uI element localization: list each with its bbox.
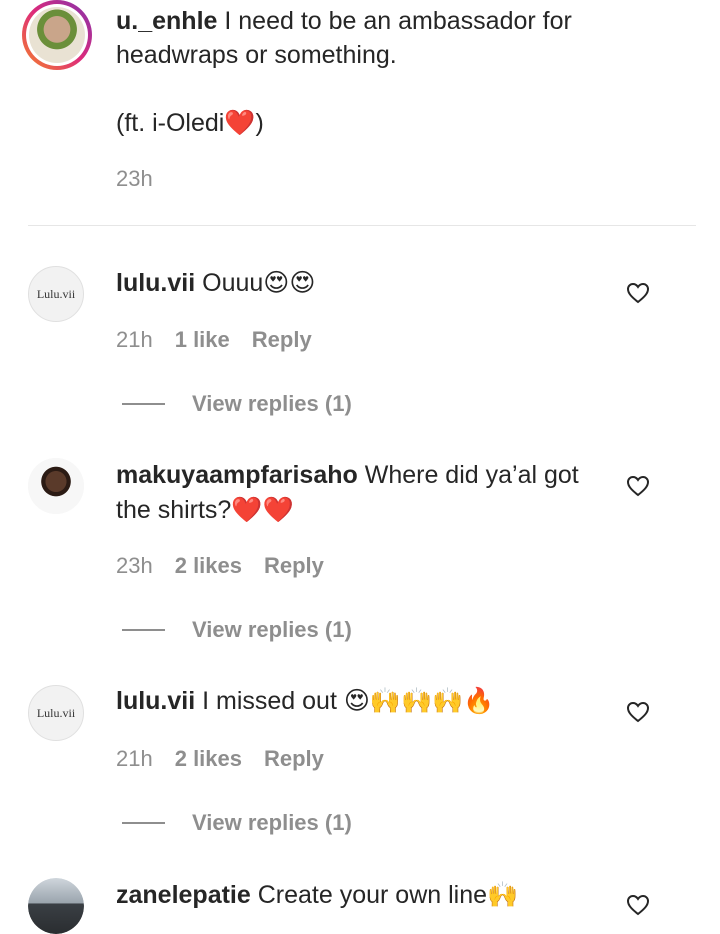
view-replies-label: View replies (1) [192, 391, 352, 416]
comment-meta: 21h 2 likes Reply [116, 746, 324, 772]
avatar-image [28, 878, 84, 934]
divider [28, 225, 696, 226]
view-replies-button[interactable]: View replies (1) [122, 617, 352, 643]
comment-text-line2: the shirts?❤️❤️ [116, 496, 294, 524]
comment-username[interactable]: makuyaampfarisaho [116, 461, 358, 489]
avatar-image [28, 458, 84, 514]
view-replies-label: View replies (1) [192, 617, 352, 642]
heart-outline-icon[interactable] [626, 475, 650, 497]
reply-button[interactable]: Reply [264, 553, 324, 579]
comment-username[interactable]: zanelepatie [116, 881, 251, 909]
comment-likes[interactable]: 2 likes [175, 553, 242, 579]
avatar-image [29, 7, 85, 63]
reply-button[interactable]: Reply [252, 327, 312, 353]
caption-meta: 23h [116, 166, 153, 192]
comment-username[interactable]: lulu.vii [116, 687, 195, 715]
heart-outline-icon[interactable] [626, 282, 650, 304]
comment-text: zanelepatie Create your own line🙌 [116, 881, 519, 909]
view-replies-label: View replies (1) [192, 810, 352, 835]
comment-text: lulu.vii I missed out 😍🙌🙌🙌🔥 [116, 687, 495, 715]
comment-likes[interactable]: 1 like [175, 327, 230, 353]
comment-text: lulu.vii Ouuu😍😍 [116, 269, 316, 297]
caption-line1: u._enhle I need to be an ambassador for [116, 7, 572, 35]
avatar-story-ring[interactable] [22, 0, 92, 70]
comment-username[interactable]: lulu.vii [116, 269, 195, 297]
reply-button[interactable]: Reply [264, 746, 324, 772]
comment-text: makuyaampfarisaho Where did ya’al got [116, 461, 579, 489]
caption-line2: headwraps or something. [116, 41, 397, 69]
view-replies-button[interactable]: View replies (1) [122, 391, 352, 417]
replies-line [122, 629, 165, 631]
comment-time: 23h [116, 553, 153, 578]
caption-line3: (ft. i-Oledi❤️) [116, 109, 264, 137]
avatar[interactable]: Lulu.vii [28, 266, 84, 322]
caption-username[interactable]: u._enhle [116, 7, 217, 35]
view-replies-button[interactable]: View replies (1) [122, 810, 352, 836]
comment-likes[interactable]: 2 likes [175, 746, 242, 772]
comment-meta: 23h 2 likes Reply [116, 553, 324, 579]
avatar[interactable] [28, 458, 84, 514]
comment-meta: 21h 1 like Reply [116, 327, 312, 353]
heart-outline-icon[interactable] [626, 894, 650, 916]
avatar[interactable]: Lulu.vii [28, 685, 84, 741]
comment-time: 21h [116, 327, 153, 352]
avatar[interactable] [28, 878, 84, 934]
avatar-logo-text: Lulu.vii [36, 705, 76, 720]
replies-line [122, 403, 165, 405]
replies-line [122, 822, 165, 824]
avatar-logo-text: Lulu.vii [36, 286, 76, 301]
caption-time: 23h [116, 166, 153, 191]
comment-time: 21h [116, 746, 153, 771]
heart-outline-icon[interactable] [626, 701, 650, 723]
